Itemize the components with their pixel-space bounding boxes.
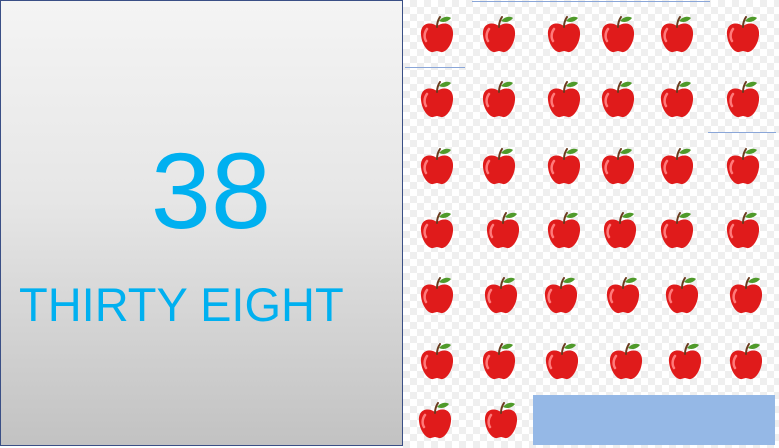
divider-line bbox=[708, 132, 776, 133]
apple-icon bbox=[727, 276, 765, 316]
apple-icon bbox=[480, 147, 518, 187]
apple-icon bbox=[724, 147, 762, 187]
apple-icon bbox=[545, 15, 583, 55]
apple-icon bbox=[418, 80, 456, 120]
apple-icon bbox=[545, 80, 583, 120]
apple-icon bbox=[418, 276, 456, 316]
apple-icon bbox=[482, 401, 520, 441]
apple-icon bbox=[418, 147, 456, 187]
apple-icon bbox=[480, 342, 518, 382]
apple-icon bbox=[666, 342, 704, 382]
apple-icon bbox=[480, 15, 518, 55]
apple-icon bbox=[604, 276, 642, 316]
apple-icon bbox=[418, 211, 456, 251]
apple-icon bbox=[543, 342, 581, 382]
apple-icon bbox=[599, 147, 637, 187]
divider-line bbox=[405, 67, 465, 68]
answer-box bbox=[533, 395, 775, 445]
apple-icon bbox=[599, 15, 637, 55]
apple-icon bbox=[480, 80, 518, 120]
apple-icon bbox=[658, 15, 696, 55]
apple-icon bbox=[482, 276, 520, 316]
divider-line bbox=[472, 1, 710, 2]
apple-icon bbox=[727, 342, 765, 382]
apple-icon bbox=[658, 147, 696, 187]
number-words: THIRTY EIGHT bbox=[19, 278, 344, 331]
apple-icon bbox=[416, 401, 454, 441]
apple-icon bbox=[599, 80, 637, 120]
apple-icon bbox=[724, 80, 762, 120]
apple-icon bbox=[601, 211, 639, 251]
apple-icon bbox=[484, 211, 522, 251]
apple-icon bbox=[545, 147, 583, 187]
apple-icon bbox=[418, 15, 456, 55]
apple-icon bbox=[658, 80, 696, 120]
apple-icon bbox=[724, 211, 762, 251]
apple-icon bbox=[663, 276, 701, 316]
apple-icon bbox=[724, 15, 762, 55]
apple-icon bbox=[607, 342, 645, 382]
apple-icon bbox=[545, 211, 583, 251]
number-numeral: 38 bbox=[150, 130, 272, 251]
apple-icon bbox=[418, 342, 456, 382]
apple-icon bbox=[658, 211, 696, 251]
number-card: 38 THIRTY EIGHT bbox=[0, 0, 403, 446]
apple-icon bbox=[542, 276, 580, 316]
